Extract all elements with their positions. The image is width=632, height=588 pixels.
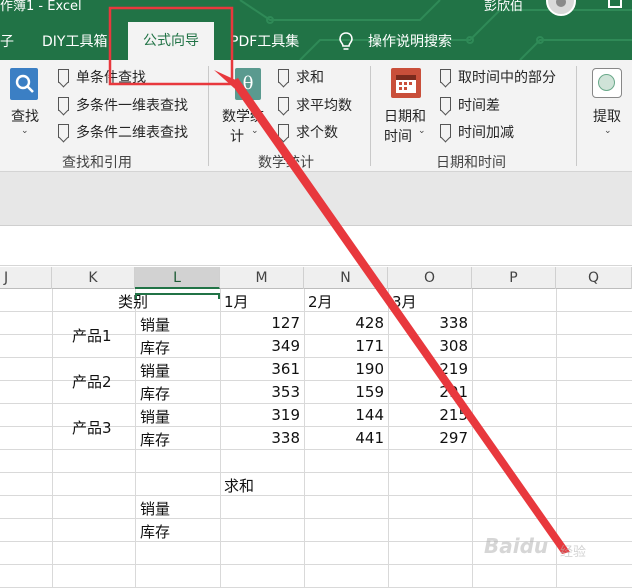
average-item[interactable]: 求平均数 <box>296 95 352 115</box>
table-cell[interactable]: 319 <box>220 406 300 424</box>
sum-row-label: 销量 <box>140 500 171 518</box>
header-month-1: 1月 <box>224 293 249 311</box>
count-item[interactable]: 求个数 <box>296 122 338 142</box>
column-header-n[interactable]: N <box>304 267 388 289</box>
search-icon <box>10 68 38 100</box>
bookmark-icon <box>440 124 451 138</box>
chevron-down-icon: ⌄ <box>21 126 29 136</box>
bookmark-icon <box>58 124 69 138</box>
table-cell[interactable]: 428 <box>304 314 384 332</box>
time-diff-item[interactable]: 时间差 <box>458 95 500 115</box>
table-cell[interactable]: 159 <box>304 383 384 401</box>
header-month-2: 2月 <box>308 293 333 311</box>
table-cell[interactable]: 215 <box>388 406 468 424</box>
tell-me-search[interactable]: 操作说明搜索 <box>368 30 452 54</box>
column-header-k[interactable]: K <box>52 267 135 289</box>
time-add-item[interactable]: 时间加减 <box>458 122 514 142</box>
row-label: 库存 <box>140 385 171 403</box>
table-cell[interactable]: 349 <box>220 337 300 355</box>
bookmark-icon <box>440 69 451 83</box>
tab-pdf-tools[interactable]: PDF工具集 <box>230 30 299 54</box>
watermark-sub: 经验 <box>560 545 587 560</box>
extract-button[interactable]: 提取 <box>593 106 621 126</box>
table-cell[interactable]: 190 <box>304 360 384 378</box>
user-name[interactable]: 彭欣伯 <box>484 0 523 14</box>
table-cell[interactable]: 338 <box>220 429 300 447</box>
watermark-logo: Baidu <box>484 534 549 558</box>
table-cell[interactable]: 291 <box>388 383 468 401</box>
time-part-item[interactable]: 取时间中的部分 <box>458 67 556 87</box>
lightbulb-icon <box>339 32 353 50</box>
table-cell[interactable]: 353 <box>220 383 300 401</box>
bookmark-icon <box>58 97 69 111</box>
column-headers: J K L M N O P Q <box>0 267 632 289</box>
product-label: 产品1 <box>72 327 112 345</box>
tab-diy-toolbox[interactable]: DIY工具箱 <box>42 30 107 54</box>
chevron-down-icon: ⌄ <box>418 126 426 136</box>
column-header-q[interactable]: Q <box>556 267 632 289</box>
sum-row-label: 库存 <box>140 523 171 541</box>
theta-icon: θ <box>235 68 261 100</box>
math-stats-button-line2[interactable]: 计 <box>230 126 244 146</box>
table-cell[interactable]: 171 <box>304 337 384 355</box>
tab-formula-wizard[interactable]: 公式向导 <box>128 22 214 60</box>
find-button[interactable]: 查找 <box>11 106 39 126</box>
chevron-down-icon: ⌄ <box>604 126 612 136</box>
multi-condition-1d-lookup[interactable]: 多条件一维表查找 <box>76 95 188 115</box>
group-label-date: 日期和时间 <box>436 155 506 171</box>
group-label-math: 数学统计 <box>258 155 314 171</box>
table-cell[interactable]: 338 <box>388 314 468 332</box>
single-condition-lookup[interactable]: 单条件查找 <box>76 67 146 87</box>
document-title: 作簿1 - Excel <box>0 0 82 14</box>
table-cell[interactable]: 441 <box>304 429 384 447</box>
group-label-lookup: 查找和引用 <box>62 155 132 171</box>
table-cell[interactable]: 219 <box>388 360 468 378</box>
tab-partial[interactable]: 子 <box>0 30 14 54</box>
group-separator <box>208 66 209 166</box>
column-header-l[interactable]: L <box>135 267 220 289</box>
table-cell[interactable]: 361 <box>220 360 300 378</box>
bookmark-icon <box>278 124 289 138</box>
column-header-p[interactable]: P <box>472 267 556 289</box>
ribbon: 查找 ⌄ 单条件查找 多条件一维表查找 多条件二维表查找 查找和引用 θ 数学统… <box>0 60 632 172</box>
selected-cell[interactable] <box>135 293 220 299</box>
product-label: 产品3 <box>72 419 112 437</box>
header-month-3: 3月 <box>392 293 417 311</box>
chevron-down-icon: ⌄ <box>251 126 259 136</box>
row-label: 销量 <box>140 362 171 380</box>
table-cell[interactable]: 144 <box>304 406 384 424</box>
formula-bar-area[interactable] <box>0 172 632 226</box>
bookmark-icon <box>440 97 451 111</box>
date-time-button-line1[interactable]: 日期和 <box>384 106 426 126</box>
date-time-button-line2[interactable]: 时间 <box>384 126 412 146</box>
ribbon-display-icon[interactable] <box>608 0 622 8</box>
sheet-blank-area <box>0 226 632 266</box>
column-header-j[interactable]: J <box>0 267 52 289</box>
bookmark-icon <box>278 97 289 111</box>
row-label: 库存 <box>140 431 171 449</box>
math-stats-button-line1[interactable]: 数学统 <box>222 106 264 126</box>
row-label: 库存 <box>140 339 171 357</box>
group-separator <box>370 66 371 166</box>
column-header-m[interactable]: M <box>220 267 304 289</box>
calendar-icon <box>391 68 421 98</box>
row-label: 销量 <box>140 408 171 426</box>
sum-header: 求和 <box>224 477 255 495</box>
title-bar: 作簿1 - Excel 彭欣伯 子 DIY工具箱 公式向导 PDF工具集 操作说… <box>0 0 632 60</box>
row-label: 销量 <box>140 316 171 334</box>
bookmark-icon <box>278 69 289 83</box>
column-header-o[interactable]: O <box>388 267 472 289</box>
multi-condition-2d-lookup[interactable]: 多条件二维表查找 <box>76 122 188 142</box>
group-separator <box>576 66 577 166</box>
product-label: 产品2 <box>72 373 112 391</box>
bookmark-icon <box>58 69 69 83</box>
extract-icon <box>592 68 622 98</box>
table-cell[interactable]: 297 <box>388 429 468 447</box>
table-cell[interactable]: 127 <box>220 314 300 332</box>
table-cell[interactable]: 308 <box>388 337 468 355</box>
sum-item[interactable]: 求和 <box>296 67 324 87</box>
